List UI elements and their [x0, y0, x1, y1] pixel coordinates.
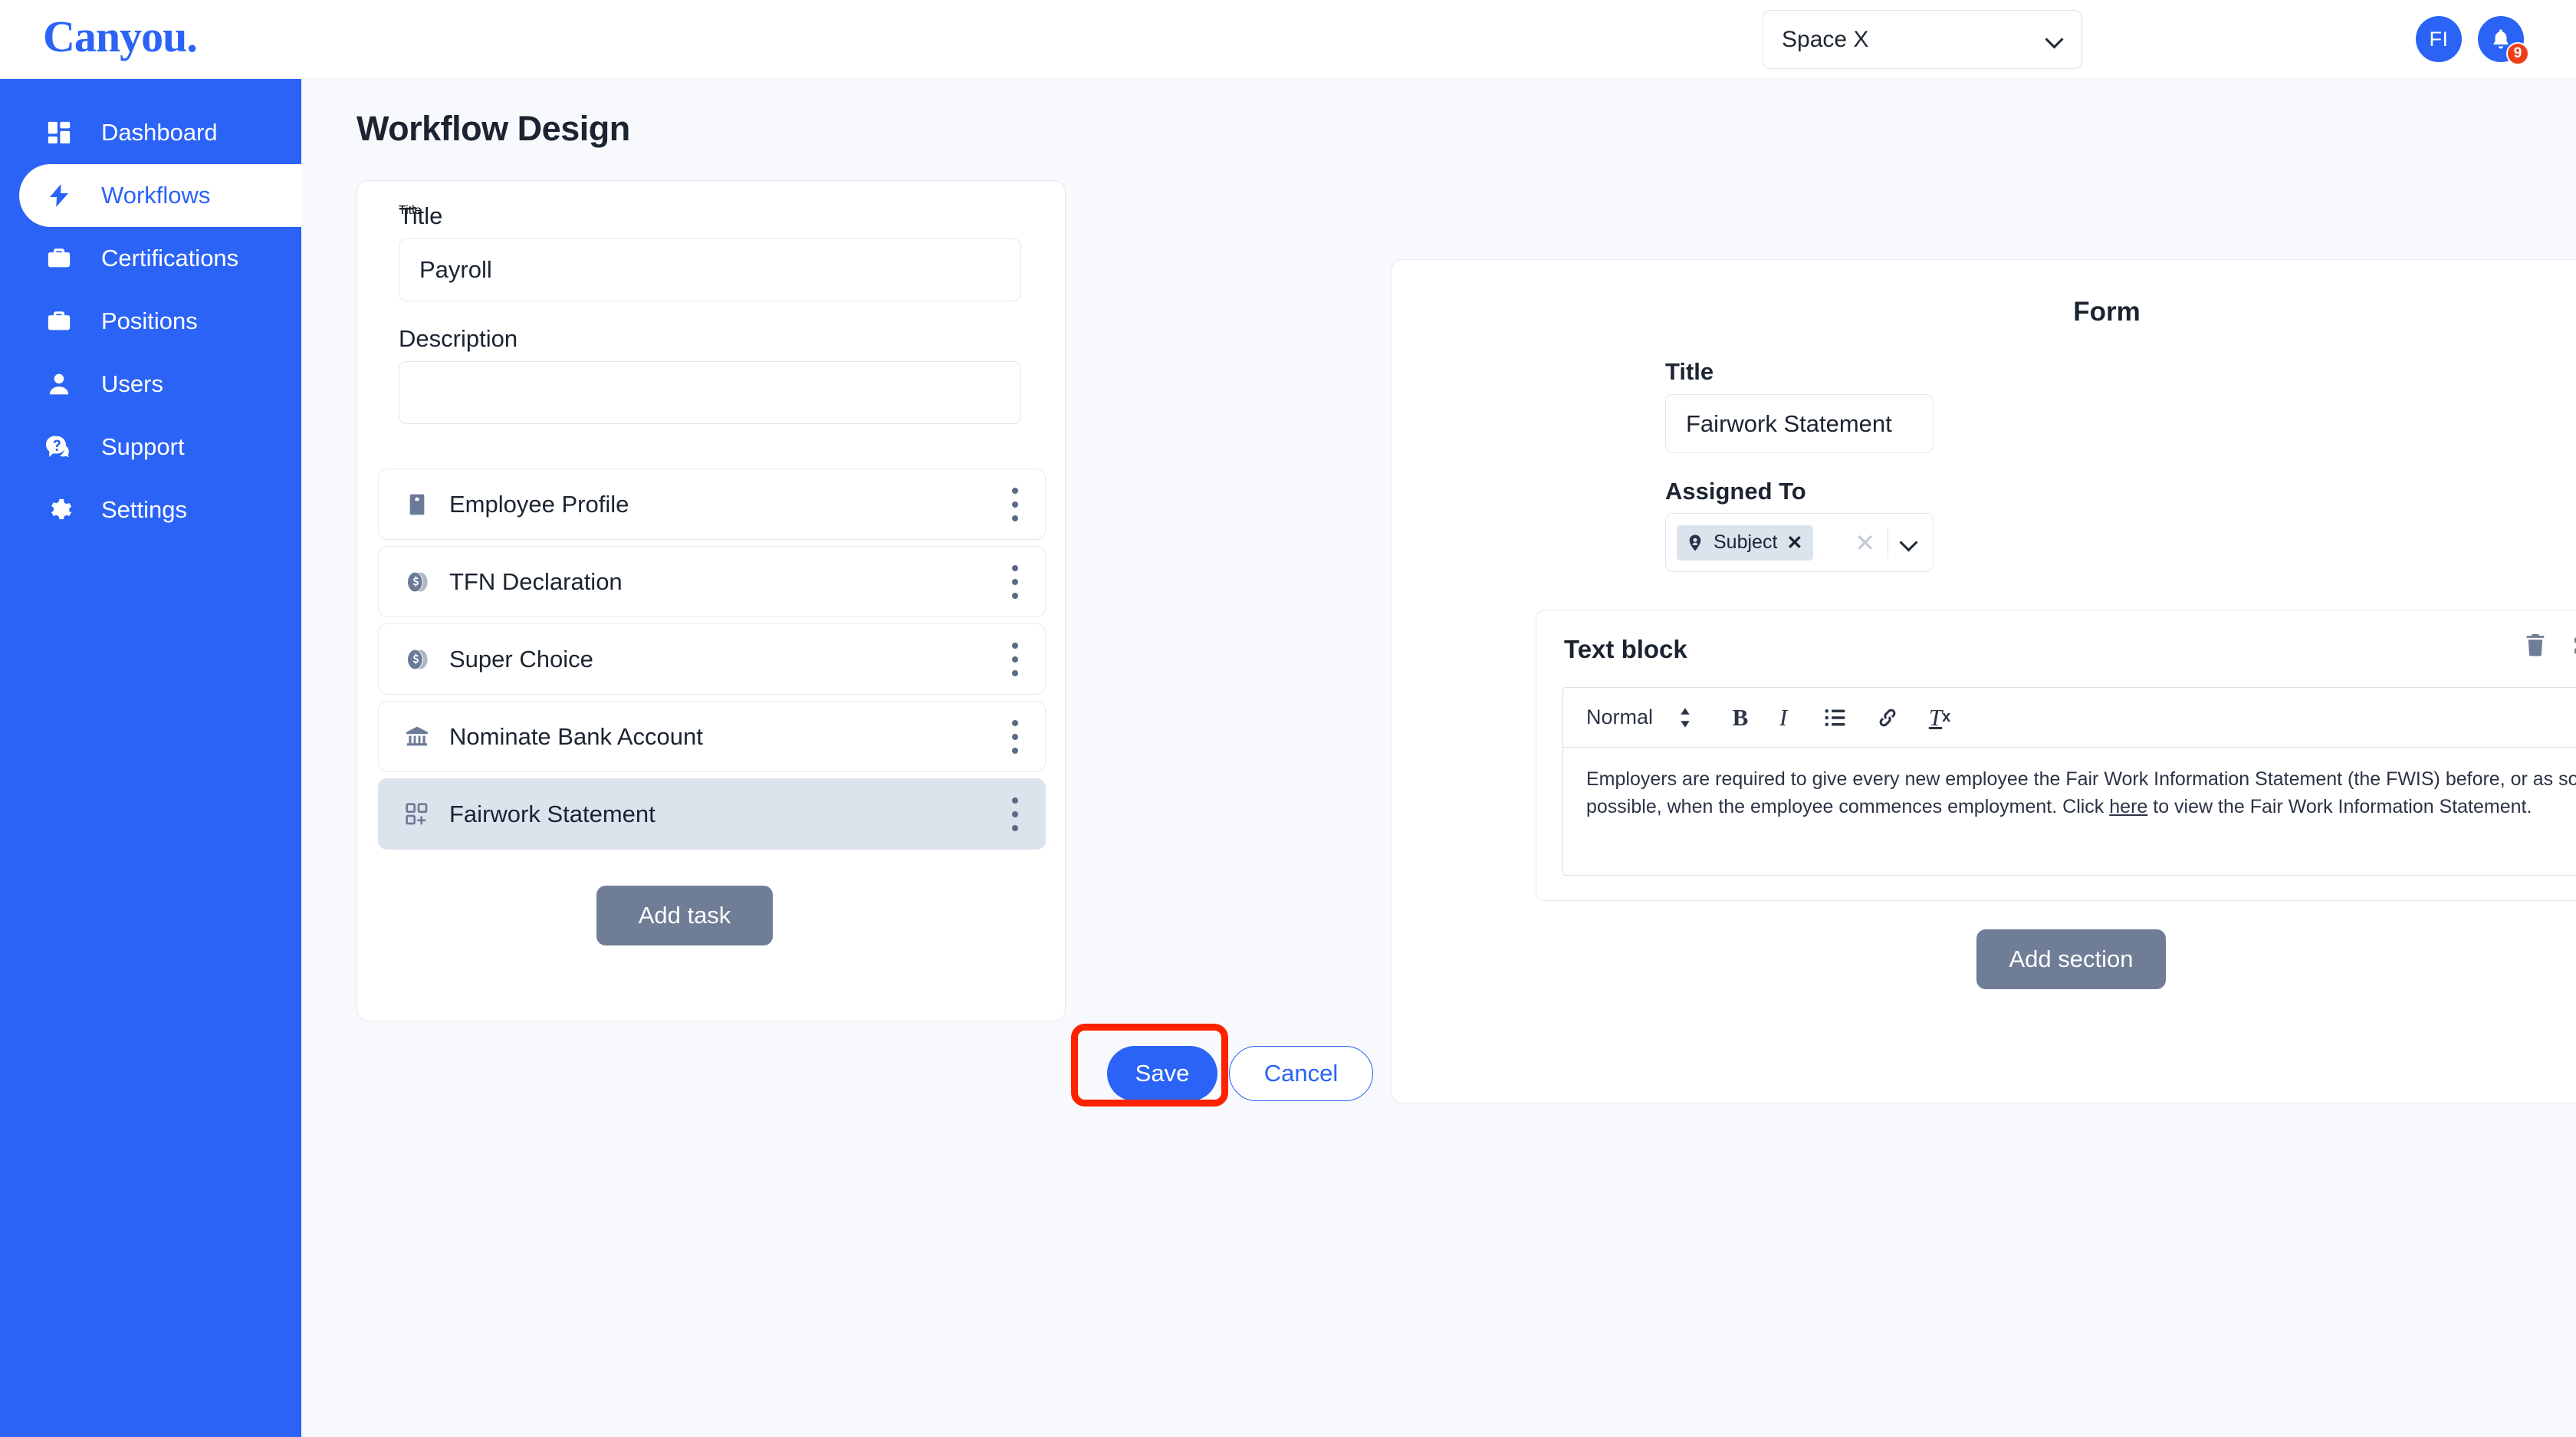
sidebar-item-label: Dashboard: [101, 119, 218, 146]
assigned-to-select[interactable]: Subject ✕ ✕: [1665, 513, 1934, 572]
bold-glyph: B: [1732, 703, 1749, 731]
sidebar-item-positions[interactable]: Positions: [0, 290, 301, 353]
task-label: Super Choice: [449, 645, 593, 672]
sidebar-item-users[interactable]: Users: [0, 353, 301, 416]
user-icon: [46, 371, 80, 397]
gear-icon: [46, 497, 80, 523]
assigned-chip[interactable]: Subject ✕: [1677, 524, 1814, 561]
coin-dollar-icon: [405, 570, 434, 594]
task-menu-button[interactable]: [1011, 797, 1019, 831]
task-row[interactable]: TFN Declaration: [378, 546, 1046, 617]
block-format-stepper-icon[interactable]: [1664, 696, 1707, 739]
page-title: Workflow Design: [356, 109, 630, 148]
clear-format-button[interactable]: Tx: [1918, 696, 1961, 739]
task-row[interactable]: Nominate Bank Account: [378, 701, 1046, 772]
sidebar-item-label: Settings: [101, 496, 188, 523]
sidebar-item-label: Users: [101, 370, 163, 397]
dashboard-grid-icon: [46, 120, 80, 146]
form-title-input[interactable]: Fairwork Statement: [1665, 394, 1934, 453]
space-selector[interactable]: Space X: [1763, 10, 2082, 69]
lightning-bolt-icon: [46, 183, 80, 209]
sidebar-item-label: Support: [101, 433, 185, 460]
chevron-down-icon[interactable]: [1901, 534, 1917, 551]
trash-icon[interactable]: [2522, 632, 2548, 658]
top-bar: Canyou. Space X FI 9: [0, 0, 2576, 79]
task-label: Nominate Bank Account: [449, 722, 703, 750]
sidebar-item-settings[interactable]: Settings: [0, 478, 301, 541]
notifications-button[interactable]: 9: [2478, 16, 2529, 65]
task-row-selected[interactable]: Fairwork Statement: [378, 778, 1046, 850]
text-block-section: Text block Normal B I T x Employers are …: [1536, 610, 2576, 901]
task-menu-button[interactable]: [1011, 719, 1019, 754]
space-selector-value: Space X: [1782, 26, 1869, 52]
chevron-down-icon: [2046, 31, 2063, 48]
sidebar-item-certifications[interactable]: Certifications: [0, 227, 301, 290]
clear-format-glyph: T: [1928, 703, 1943, 731]
sidebar-item-label: Workflows: [101, 182, 211, 209]
task-label: TFN Declaration: [449, 567, 623, 595]
form-title-value: Fairwork Statement: [1686, 409, 1892, 437]
bold-button[interactable]: B: [1719, 696, 1762, 739]
main-content: Workflow Design Title Title Payroll Desc…: [301, 79, 2576, 1437]
task-label: Employee Profile: [449, 490, 629, 518]
title-label: Title: [399, 202, 443, 229]
add-task-button[interactable]: Add task: [596, 886, 773, 945]
sidebar-item-label: Certifications: [101, 245, 239, 271]
chat-question-icon: [46, 434, 80, 460]
block-format-value[interactable]: Normal: [1586, 705, 1653, 729]
sidebar-item-label: Positions: [101, 307, 198, 334]
app-root: Canyou. Space X FI 9 Dashboard Workflows: [0, 0, 2576, 1437]
workflow-title-value: Payroll: [419, 256, 492, 283]
assigned-chip-remove-icon[interactable]: ✕: [1786, 531, 1802, 554]
bank-icon: [405, 725, 434, 749]
task-menu-button[interactable]: [1011, 564, 1019, 599]
id-card-icon: [405, 492, 434, 517]
rich-text-editor[interactable]: Normal B I T x Employers are required to…: [1562, 687, 2576, 876]
task-row[interactable]: Employee Profile: [378, 469, 1046, 540]
italic-button[interactable]: I: [1762, 696, 1805, 739]
form-title-label: Title: [1665, 358, 1714, 385]
add-section-button[interactable]: Add section: [1976, 929, 2166, 989]
fwis-link[interactable]: here: [2109, 796, 2147, 817]
sidebar: Dashboard Workflows Certifications Posit…: [0, 79, 301, 1437]
notification-badge: 9: [2506, 42, 2529, 65]
form-panel-card: Form Title Fairwork Statement Assigned T…: [1391, 259, 2576, 1103]
task-menu-button[interactable]: [1011, 642, 1019, 676]
description-label: Description: [399, 325, 518, 352]
assigned-chip-label: Subject: [1714, 531, 1778, 553]
save-button[interactable]: Save: [1107, 1046, 1217, 1101]
app-logo[interactable]: Canyou.: [43, 11, 198, 62]
avatar[interactable]: FI: [2416, 16, 2462, 62]
briefcase-icon: [46, 308, 80, 334]
sidebar-item-dashboard[interactable]: Dashboard: [0, 101, 301, 164]
workflow-description-input[interactable]: [399, 361, 1021, 424]
assigned-to-label: Assigned To: [1665, 478, 1806, 505]
clear-selection-icon[interactable]: ✕: [1855, 528, 1875, 557]
editor-text-part-2: to view the Fair Work Information Statem…: [2147, 795, 2532, 817]
workflow-title-input[interactable]: Payroll: [399, 238, 1021, 301]
cancel-button[interactable]: Cancel: [1229, 1046, 1373, 1101]
sidebar-item-workflows[interactable]: Workflows: [19, 164, 301, 227]
task-label: Fairwork Statement: [449, 800, 656, 827]
form-panel-heading: Form: [2073, 297, 2141, 327]
italic-glyph: I: [1779, 703, 1788, 731]
map-pin-person-icon: [1686, 534, 1704, 552]
form-add-icon: [405, 802, 434, 827]
editor-toolbar: Normal B I T x: [1563, 688, 2576, 748]
workflow-details-card: Title Title Payroll Description Employee…: [356, 180, 1066, 1021]
coin-dollar-icon: [405, 647, 434, 672]
task-menu-button[interactable]: [1011, 487, 1019, 521]
task-row[interactable]: Super Choice: [378, 623, 1046, 695]
link-button[interactable]: [1866, 696, 1909, 739]
editor-content[interactable]: Employers are required to give every new…: [1563, 748, 2576, 843]
briefcase-icon: [46, 245, 80, 271]
sidebar-item-support[interactable]: Support: [0, 416, 301, 478]
section-title: Text block: [1564, 635, 1687, 663]
bullet-list-button[interactable]: [1814, 696, 1857, 739]
